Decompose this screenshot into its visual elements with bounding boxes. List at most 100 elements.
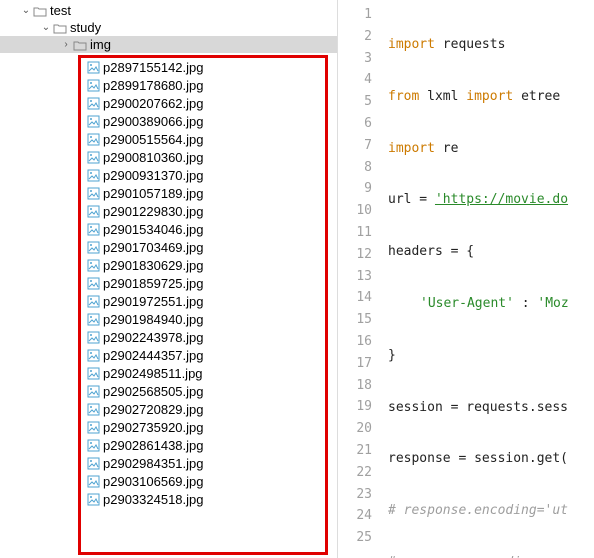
line-number: 4 bbox=[338, 69, 382, 91]
image-file-icon bbox=[85, 331, 101, 344]
file-item[interactable]: p2903324518.jpg bbox=[85, 490, 321, 508]
file-name: p2902735920.jpg bbox=[103, 420, 204, 435]
file-name: p2902984351.jpg bbox=[103, 456, 204, 471]
image-file-icon bbox=[85, 277, 101, 290]
image-file-icon bbox=[85, 79, 101, 92]
file-name: p2901534046.jpg bbox=[103, 222, 204, 237]
line-number: 21 bbox=[338, 440, 382, 462]
file-item[interactable]: p2899178680.jpg bbox=[85, 76, 321, 94]
file-item[interactable]: p2900207662.jpg bbox=[85, 94, 321, 112]
file-item[interactable]: p2901057189.jpg bbox=[85, 184, 321, 202]
file-item[interactable]: p2901859725.jpg bbox=[85, 274, 321, 292]
file-item[interactable]: p2902243978.jpg bbox=[85, 328, 321, 346]
line-number: 15 bbox=[338, 309, 382, 331]
line-number: 17 bbox=[338, 353, 382, 375]
line-number: 18 bbox=[338, 375, 382, 397]
file-item[interactable]: p2902444357.jpg bbox=[85, 346, 321, 364]
file-item[interactable]: p2902984351.jpg bbox=[85, 454, 321, 472]
line-number: 3 bbox=[338, 48, 382, 70]
line-number: 6 bbox=[338, 113, 382, 135]
file-name: p2902861438.jpg bbox=[103, 438, 204, 453]
file-item[interactable]: p2901534046.jpg bbox=[85, 220, 321, 238]
line-number: 1 bbox=[338, 4, 382, 26]
image-file-icon bbox=[85, 475, 101, 488]
folder-label: test bbox=[50, 3, 71, 18]
file-name: p2901703469.jpg bbox=[103, 240, 204, 255]
file-name: p2900389066.jpg bbox=[103, 114, 204, 129]
image-file-icon bbox=[85, 205, 101, 218]
image-file-icon bbox=[85, 241, 101, 254]
file-name: p2902444357.jpg bbox=[103, 348, 204, 363]
file-name: p2900810360.jpg bbox=[103, 150, 204, 165]
folder-label: img bbox=[90, 37, 111, 52]
image-file-icon bbox=[85, 313, 101, 326]
folder-label: study bbox=[70, 20, 101, 35]
file-item[interactable]: p2901703469.jpg bbox=[85, 238, 321, 256]
file-name: p2902568505.jpg bbox=[103, 384, 204, 399]
line-number: 7 bbox=[338, 135, 382, 157]
line-number: 20 bbox=[338, 418, 382, 440]
line-number: 9 bbox=[338, 178, 382, 200]
chevron-down-icon: ⌄ bbox=[40, 22, 52, 33]
file-item[interactable]: p2901972551.jpg bbox=[85, 292, 321, 310]
line-number: 23 bbox=[338, 484, 382, 506]
line-number: 12 bbox=[338, 244, 382, 266]
file-name: p2899178680.jpg bbox=[103, 78, 204, 93]
image-file-icon bbox=[85, 295, 101, 308]
file-name: p2902720829.jpg bbox=[103, 402, 204, 417]
file-name: p2901972551.jpg bbox=[103, 294, 204, 309]
file-name: p2902498511.jpg bbox=[103, 366, 203, 381]
line-number: 8 bbox=[338, 157, 382, 179]
file-name: p2897155142.jpg bbox=[103, 60, 204, 75]
file-item[interactable]: p2900810360.jpg bbox=[85, 148, 321, 166]
line-number: 25 bbox=[338, 527, 382, 549]
folder-icon bbox=[52, 22, 68, 34]
file-item[interactable]: p2903106569.jpg bbox=[85, 472, 321, 490]
file-name: p2903106569.jpg bbox=[103, 474, 204, 489]
tree-folder-study[interactable]: ⌄ study bbox=[0, 19, 337, 36]
folder-icon bbox=[32, 5, 48, 17]
code-editor[interactable]: 1234567891011121314151617181920212223242… bbox=[338, 0, 594, 558]
file-item[interactable]: p2902498511.jpg bbox=[85, 364, 321, 382]
line-number-gutter: 1234567891011121314151617181920212223242… bbox=[338, 0, 382, 558]
image-file-icon bbox=[85, 169, 101, 182]
file-name: p2901859725.jpg bbox=[103, 276, 204, 291]
folder-icon bbox=[72, 39, 88, 51]
project-tree-panel: ⌄ test ⌄ study › img p2897155142 bbox=[0, 0, 338, 558]
file-item[interactable]: p2902861438.jpg bbox=[85, 436, 321, 454]
file-item[interactable]: p2901984940.jpg bbox=[85, 310, 321, 328]
line-number: 14 bbox=[338, 287, 382, 309]
file-item[interactable]: p2900931370.jpg bbox=[85, 166, 321, 184]
file-item[interactable]: p2902568505.jpg bbox=[85, 382, 321, 400]
file-item[interactable]: p2902720829.jpg bbox=[85, 400, 321, 418]
image-file-icon bbox=[85, 151, 101, 164]
tree-folder-img[interactable]: › img bbox=[0, 36, 337, 53]
file-name: p2902243978.jpg bbox=[103, 330, 204, 345]
file-item[interactable]: p2897155142.jpg bbox=[85, 58, 321, 76]
image-file-icon bbox=[85, 493, 101, 506]
file-item[interactable]: p2901830629.jpg bbox=[85, 256, 321, 274]
file-item[interactable]: p2902735920.jpg bbox=[85, 418, 321, 436]
image-file-icon bbox=[85, 421, 101, 434]
image-file-icon bbox=[85, 385, 101, 398]
image-file-icon bbox=[85, 187, 101, 200]
tree-folder-test[interactable]: ⌄ test bbox=[0, 2, 337, 19]
image-file-icon bbox=[85, 61, 101, 74]
line-number: 13 bbox=[338, 266, 382, 288]
image-file-icon bbox=[85, 223, 101, 236]
file-name: p2901984940.jpg bbox=[103, 312, 204, 327]
line-number: 10 bbox=[338, 200, 382, 222]
image-file-icon bbox=[85, 115, 101, 128]
file-name: p2900931370.jpg bbox=[103, 168, 204, 183]
highlighted-file-list: p2897155142.jpg p2899178680.jpgp290020766… bbox=[78, 55, 328, 555]
image-file-icon bbox=[85, 349, 101, 362]
image-file-icon bbox=[85, 259, 101, 272]
line-number: 5 bbox=[338, 91, 382, 113]
image-file-icon bbox=[85, 439, 101, 452]
file-item[interactable]: p2901229830.jpg bbox=[85, 202, 321, 220]
file-item[interactable]: p2900515564.jpg bbox=[85, 130, 321, 148]
line-number: 24 bbox=[338, 505, 382, 527]
code-area[interactable]: import requests from lxml import etree i… bbox=[382, 0, 594, 558]
file-item[interactable]: p2900389066.jpg bbox=[85, 112, 321, 130]
file-name: p2901830629.jpg bbox=[103, 258, 204, 273]
